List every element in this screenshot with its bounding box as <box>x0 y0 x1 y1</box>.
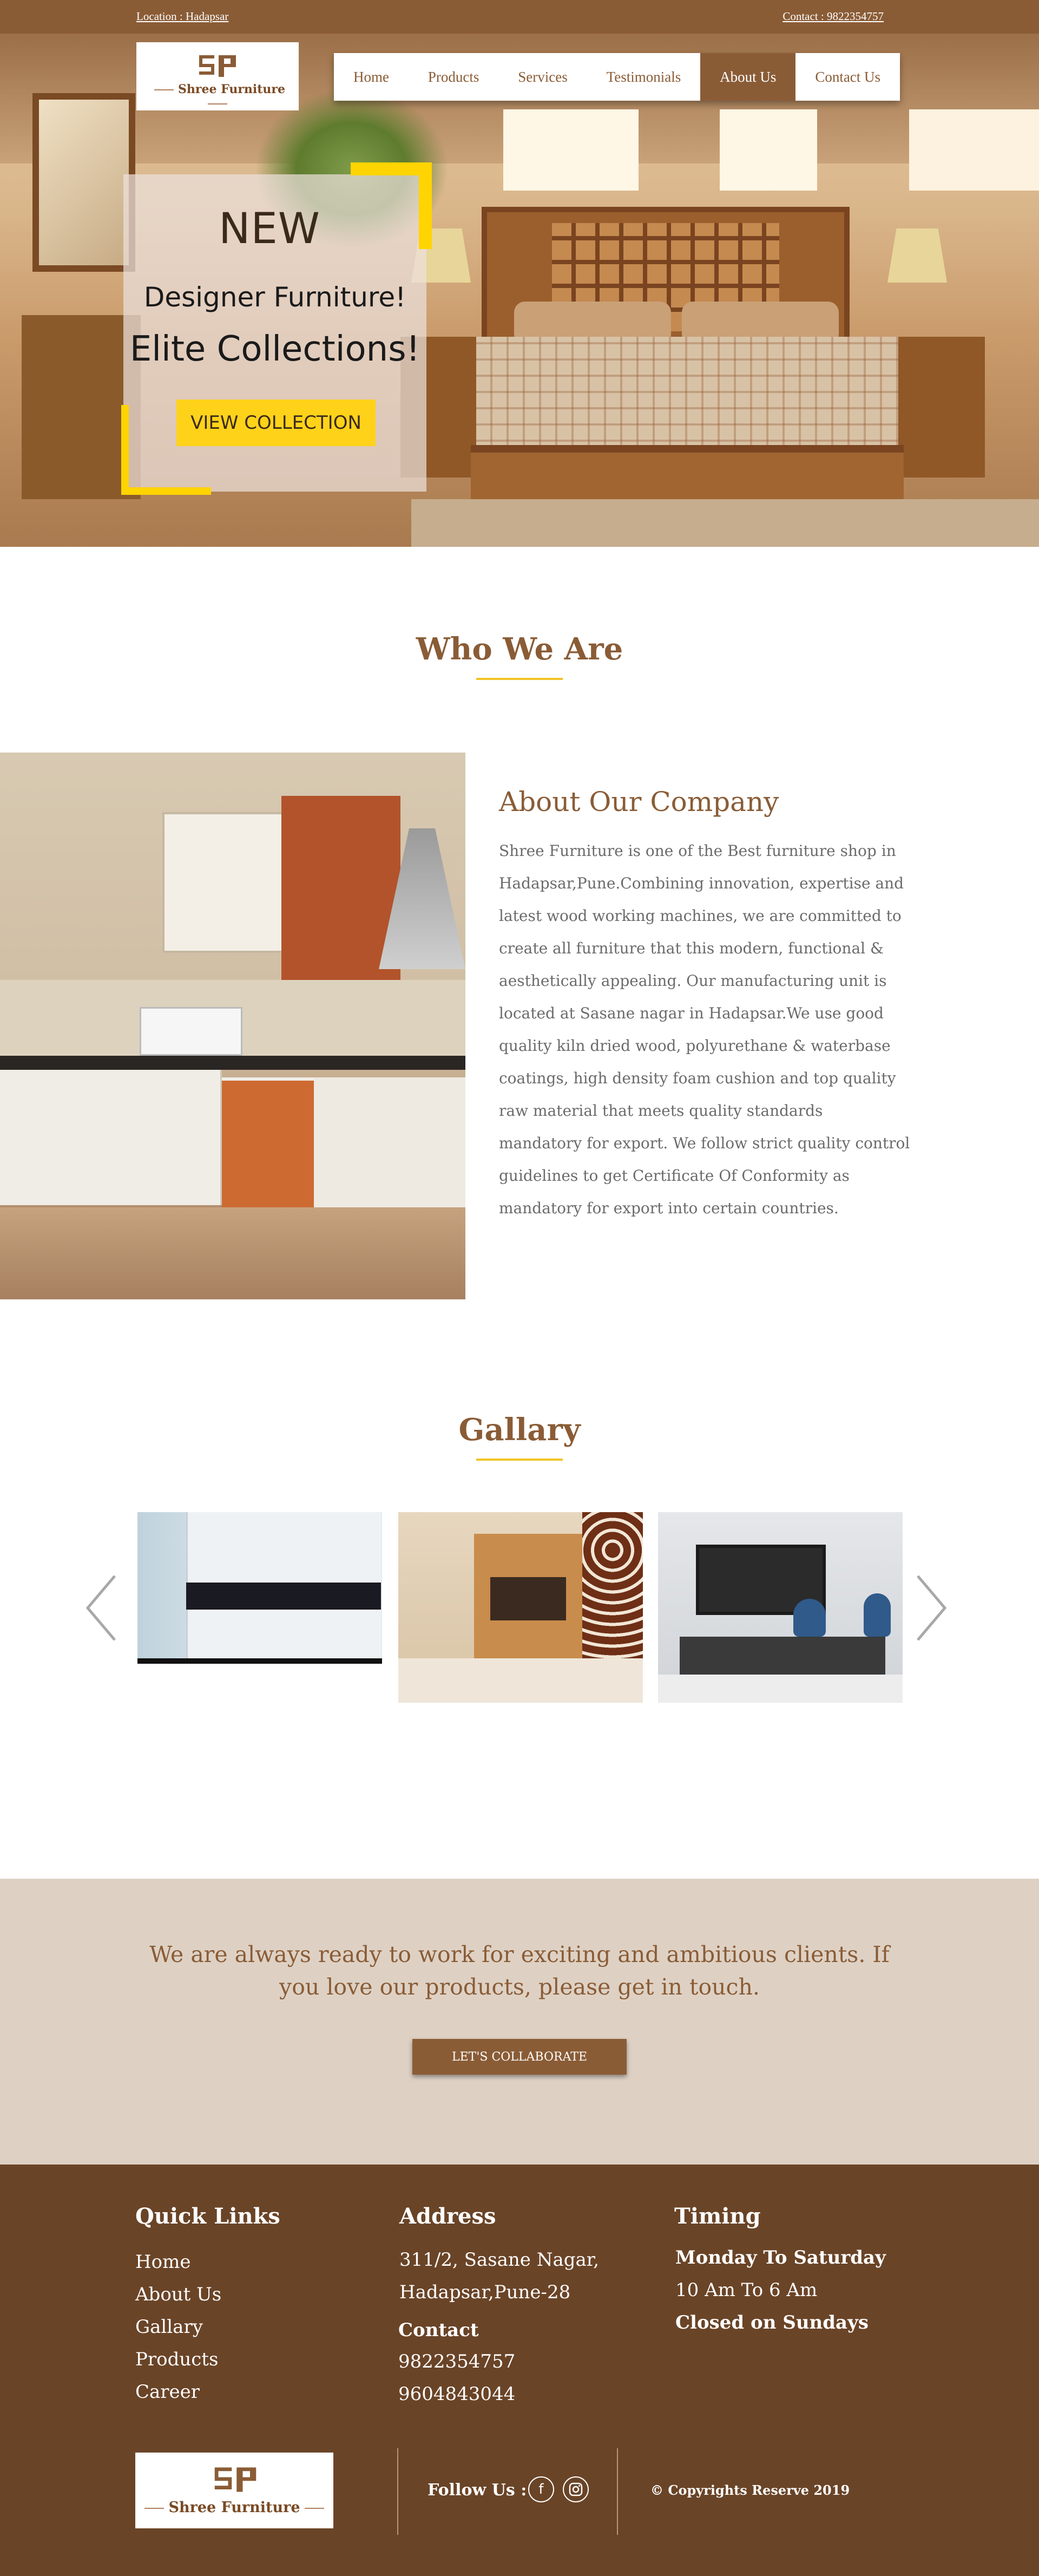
chevron-left-icon[interactable] <box>84 1573 117 1643</box>
title-underline <box>476 1459 563 1461</box>
hero-window <box>503 109 639 191</box>
instagram-icon[interactable] <box>563 2476 589 2502</box>
address-title: Address <box>399 2204 496 2229</box>
nav-testimonials[interactable]: Testimonials <box>587 53 701 101</box>
gallery-title: Gallary <box>458 1412 581 1448</box>
hero-subtitle: Designer Furniture! <box>143 282 406 313</box>
about-paragraph: Shree Furniture is one of the Best furni… <box>499 842 910 1217</box>
hero-bedspread <box>476 337 898 456</box>
phone-2[interactable]: 9604843044 <box>398 2383 515 2405</box>
footer-link-about[interactable]: About Us <box>135 2284 221 2305</box>
hero-window <box>909 109 1039 191</box>
footer-divider <box>397 2448 398 2535</box>
hero-headline: Elite Collections! <box>129 329 420 369</box>
gallery-image-wardrobe[interactable] <box>137 1512 382 1703</box>
collaborate-text: We are always ready to work for exciting… <box>149 1941 890 2000</box>
hero-window <box>720 109 817 191</box>
about-heading: About Our Company <box>499 786 779 818</box>
timing-title: Timing <box>674 2204 761 2229</box>
collaborate-section: We are always ready to work for exciting… <box>0 1879 1039 2165</box>
hero-rug <box>411 499 1039 547</box>
chevron-right-icon[interactable] <box>916 1573 948 1643</box>
quick-links-title: Quick Links <box>135 2204 280 2229</box>
nav-about-us[interactable]: About Us <box>700 53 796 101</box>
nav-contact-us[interactable]: Contact Us <box>795 53 900 101</box>
who-we-are-title: Who We Are <box>416 631 623 667</box>
top-info-bar: Location : Hadapsar Contact : 9822354757 <box>0 0 1039 34</box>
collaborate-button[interactable]: LET'S COLLABORATE <box>412 2039 627 2075</box>
follow-us-label: Follow Us : <box>428 2481 527 2500</box>
kitchen-image <box>0 753 465 1299</box>
logo-wordmark: Shree Furniture <box>136 82 299 110</box>
nav-services[interactable]: Services <box>498 53 587 101</box>
address-line-1: 311/2, Sasane Nagar, <box>399 2249 600 2271</box>
contact-title: Contact <box>398 2319 479 2341</box>
logo-mark-icon <box>214 2467 257 2492</box>
copyright-text: © Copyrights Reserve 2019 <box>650 2482 850 2498</box>
gallery-image-living-room[interactable] <box>658 1512 903 1703</box>
hero-lamp <box>887 228 947 283</box>
hero-mirror <box>32 93 135 272</box>
footer-link-home[interactable]: Home <box>135 2251 190 2273</box>
site-logo[interactable]: Shree Furniture <box>136 42 299 110</box>
location-text[interactable]: Location : Hadapsar <box>136 10 228 23</box>
footer-link-products[interactable]: Products <box>135 2349 218 2370</box>
gallery-image-tv-unit[interactable] <box>398 1512 643 1703</box>
hero-new-label: NEW <box>219 205 320 253</box>
timing-closed: Closed on Sundays <box>675 2312 869 2333</box>
address-line-2: Hadapsar,Pune-28 <box>399 2281 571 2303</box>
timing-days: Monday To Saturday <box>675 2247 886 2268</box>
logo-mark-icon <box>199 55 236 77</box>
phone-1[interactable]: 9822354757 <box>398 2351 515 2372</box>
footer-divider <box>617 2448 618 2535</box>
logo-wordmark: Shree Furniture <box>135 2499 333 2516</box>
footer-link-gallery[interactable]: Gallary <box>135 2316 203 2338</box>
facebook-icon[interactable]: f <box>528 2476 554 2502</box>
timing-hours: 10 Am To 6 Am <box>675 2279 818 2301</box>
nav-home[interactable]: Home <box>334 53 409 101</box>
main-nav: Home Products Services Testimonials Abou… <box>334 53 900 101</box>
nav-products[interactable]: Products <box>409 53 498 101</box>
view-collection-button[interactable]: VIEW COLLECTION <box>176 400 376 446</box>
footer-logo[interactable]: Shree Furniture <box>135 2453 333 2528</box>
footer-link-career[interactable]: Career <box>135 2381 200 2403</box>
title-underline <box>476 678 563 680</box>
contact-text[interactable]: Contact : 9822354757 <box>782 10 884 23</box>
